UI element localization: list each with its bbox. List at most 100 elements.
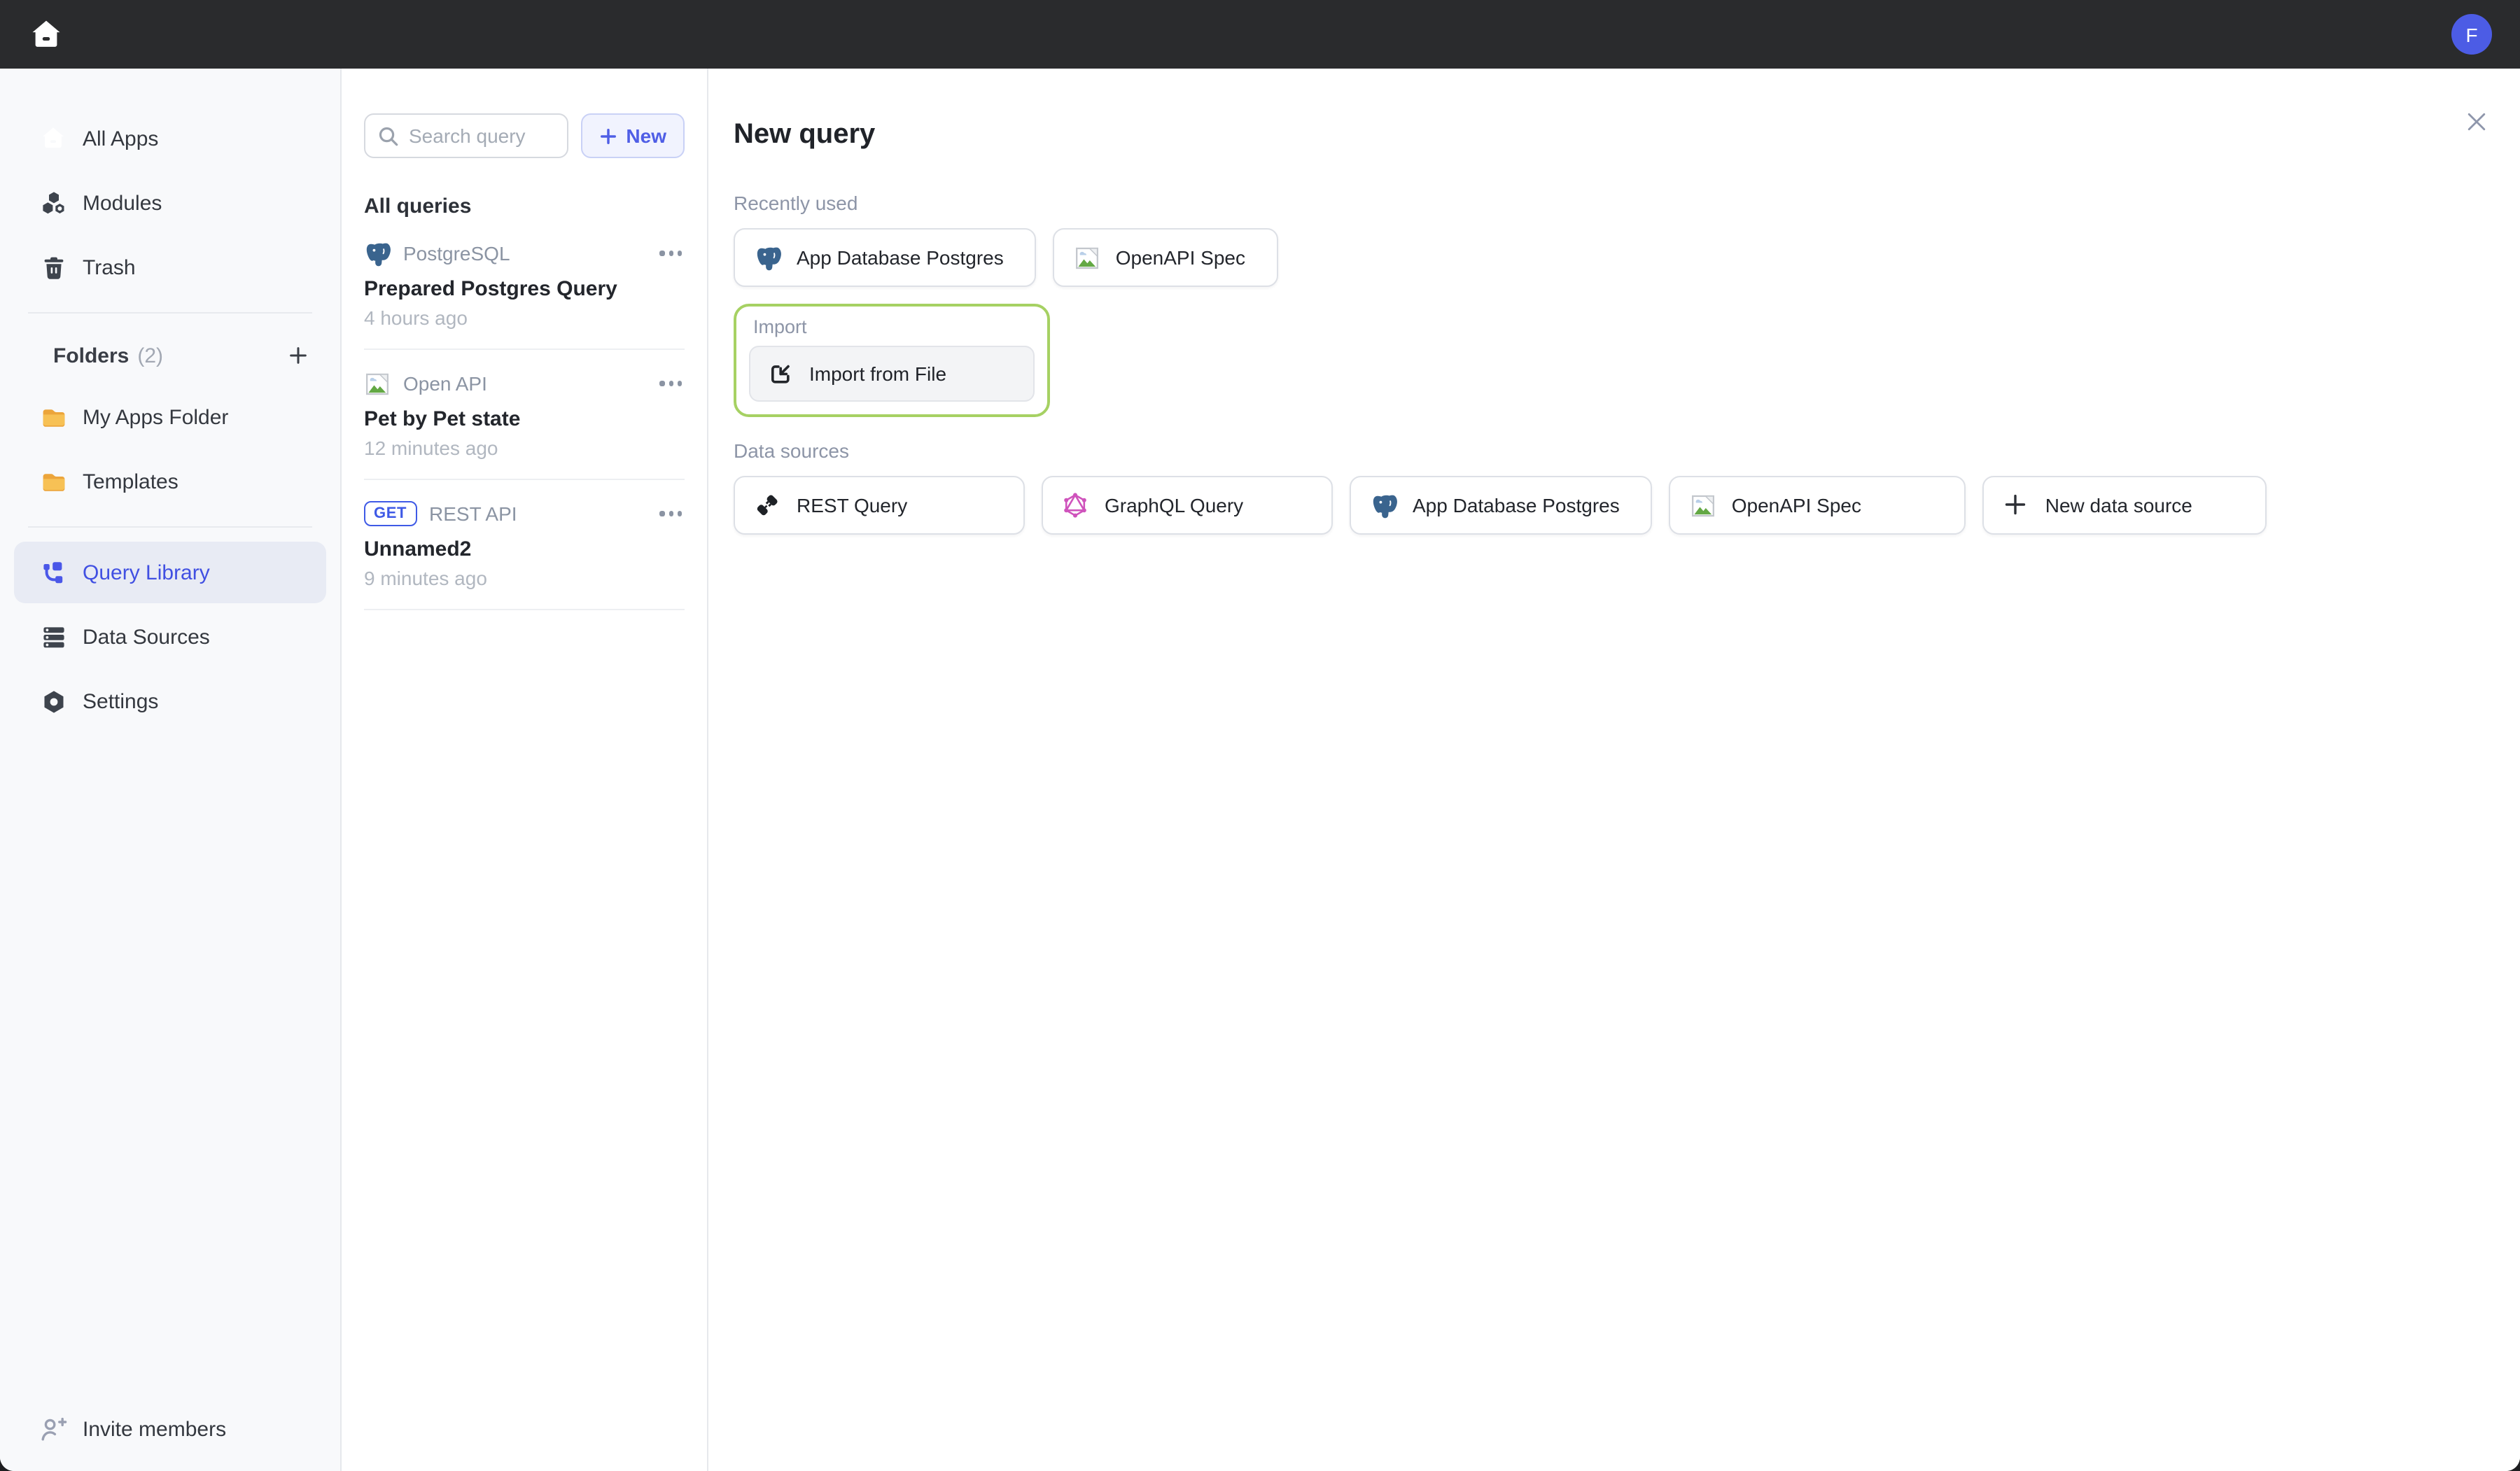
data-source-app-database-postgres[interactable]: App Database Postgres — [1350, 476, 1652, 535]
postgresql-icon — [1371, 492, 1397, 519]
home-icon — [39, 125, 67, 153]
sidebar-item-label: All Apps — [83, 127, 158, 150]
close-button[interactable] — [2465, 111, 2488, 133]
sidebar-item-all-apps[interactable]: All Apps — [14, 108, 326, 169]
data-sources-label: Data sources — [734, 439, 2486, 462]
rest-plug-icon — [755, 492, 781, 519]
invite-members-button[interactable]: Invite members — [14, 1398, 326, 1460]
card-label: GraphQL Query — [1105, 494, 1243, 516]
sidebar-item-label: My Apps Folder — [83, 405, 228, 429]
new-data-source-button[interactable]: New data source — [1982, 476, 2267, 535]
plus-icon — [2003, 492, 2030, 519]
topbar: F — [0, 0, 2520, 69]
sidebar-item-label: Trash — [83, 255, 136, 279]
card-label: App Database Postgres — [1413, 494, 1620, 516]
sidebar-item-settings[interactable]: Settings — [14, 670, 326, 732]
search-input[interactable] — [409, 125, 556, 147]
sidebar-item-label: Settings — [83, 689, 158, 713]
graphql-icon — [1063, 492, 1089, 519]
folders-count: (2) — [137, 344, 163, 367]
search-icon — [377, 124, 400, 148]
sidebar-divider — [28, 526, 312, 528]
card-label: New data source — [2045, 494, 2192, 516]
home-button[interactable] — [28, 16, 64, 52]
sidebar-item-label: Modules — [83, 191, 162, 215]
sidebar-item-query-library[interactable]: Query Library — [14, 542, 326, 603]
query-list-item[interactable]: GET REST API Unnamed2 9 minutes ago — [364, 480, 685, 610]
postgresql-icon — [364, 240, 391, 267]
recently-used-label: Recently used — [734, 192, 2486, 214]
sidebar-item-label: Templates — [83, 470, 178, 493]
app-window: F All Apps Modules Trash — [0, 0, 2520, 1471]
add-folder-button[interactable] — [287, 344, 309, 367]
card-label: OpenAPI Spec — [1116, 246, 1245, 269]
avatar-initial: F — [2465, 23, 2477, 45]
sidebar-folder-my-apps[interactable]: My Apps Folder — [14, 386, 326, 448]
home-icon — [28, 16, 64, 52]
query-type-label: Open API — [403, 372, 487, 395]
search-input-wrapper — [364, 113, 568, 158]
sidebar-item-label: Invite members — [83, 1417, 226, 1441]
avatar[interactable]: F — [2451, 14, 2492, 55]
folder-icon — [39, 467, 67, 495]
import-file-icon — [767, 360, 794, 387]
data-sources-icon — [39, 623, 67, 651]
image-placeholder-icon — [364, 370, 391, 397]
card-label: REST Query — [797, 494, 907, 516]
sidebar: All Apps Modules Trash Folders (2) — [0, 69, 342, 1471]
query-title: Prepared Postgres Query — [364, 277, 685, 301]
query-item-menu-button[interactable] — [657, 506, 685, 521]
sidebar-item-label: Query Library — [83, 561, 210, 584]
recently-used-row: App Database Postgres OpenAPI Spec — [734, 228, 2486, 287]
import-label: Import — [753, 316, 1035, 337]
query-library-icon — [39, 558, 67, 586]
query-timestamp: 12 minutes ago — [364, 437, 685, 459]
recently-used-app-database-postgres[interactable]: App Database Postgres — [734, 228, 1036, 287]
new-query-button[interactable]: New — [581, 113, 685, 158]
settings-icon — [39, 687, 67, 715]
query-item-menu-button[interactable] — [657, 376, 685, 391]
recently-used-openapi-spec[interactable]: OpenAPI Spec — [1053, 228, 1278, 287]
page-title: New query — [734, 119, 2486, 151]
plus-icon — [287, 344, 309, 367]
image-placeholder-icon — [1690, 492, 1716, 519]
import-section-highlight: Import Import from File — [734, 304, 1050, 417]
card-label: Import from File — [809, 363, 946, 385]
folder-icon — [39, 403, 67, 431]
query-item-menu-button[interactable] — [657, 246, 685, 261]
sidebar-divider — [28, 312, 312, 314]
modules-icon — [39, 189, 67, 217]
new-query-panel: New query Recently used App Database Pos… — [708, 69, 2520, 1471]
data-source-rest-query[interactable]: REST Query — [734, 476, 1025, 535]
trash-icon — [39, 253, 67, 281]
plus-icon — [599, 127, 617, 145]
data-source-graphql-query[interactable]: GraphQL Query — [1042, 476, 1333, 535]
query-list-item[interactable]: Open API Pet by Pet state 12 minutes ago — [364, 350, 685, 480]
query-timestamp: 4 hours ago — [364, 307, 685, 329]
sidebar-item-label: Data Sources — [83, 625, 210, 649]
get-badge: GET — [364, 501, 416, 526]
sidebar-folder-templates[interactable]: Templates — [14, 451, 326, 512]
image-placeholder-icon — [1074, 244, 1100, 271]
new-button-label: New — [626, 125, 666, 147]
close-icon — [2465, 111, 2488, 133]
query-list-panel: New All queries PostgreSQL Prepared Post… — [342, 69, 708, 1471]
folders-header: Folders (2) — [14, 328, 326, 383]
sidebar-item-modules[interactable]: Modules — [14, 172, 326, 234]
query-title: Pet by Pet state — [364, 407, 685, 431]
query-type-label: PostgreSQL — [403, 242, 510, 265]
query-timestamp: 9 minutes ago — [364, 567, 685, 589]
query-list-item[interactable]: PostgreSQL Prepared Postgres Query 4 hou… — [364, 220, 685, 350]
query-type-label: REST API — [429, 502, 517, 525]
postgresql-icon — [755, 244, 781, 271]
folders-header-label: Folders — [53, 344, 129, 367]
query-title: Unnamed2 — [364, 537, 685, 561]
data-sources-row: REST Query GraphQL Query App Database Po… — [734, 476, 2486, 535]
import-from-file-button[interactable]: Import from File — [749, 346, 1035, 402]
all-queries-header: All queries — [364, 195, 685, 218]
card-label: OpenAPI Spec — [1732, 494, 1861, 516]
sidebar-item-trash[interactable]: Trash — [14, 237, 326, 298]
card-label: App Database Postgres — [797, 246, 1004, 269]
data-source-openapi-spec[interactable]: OpenAPI Spec — [1669, 476, 1966, 535]
sidebar-item-data-sources[interactable]: Data Sources — [14, 606, 326, 668]
